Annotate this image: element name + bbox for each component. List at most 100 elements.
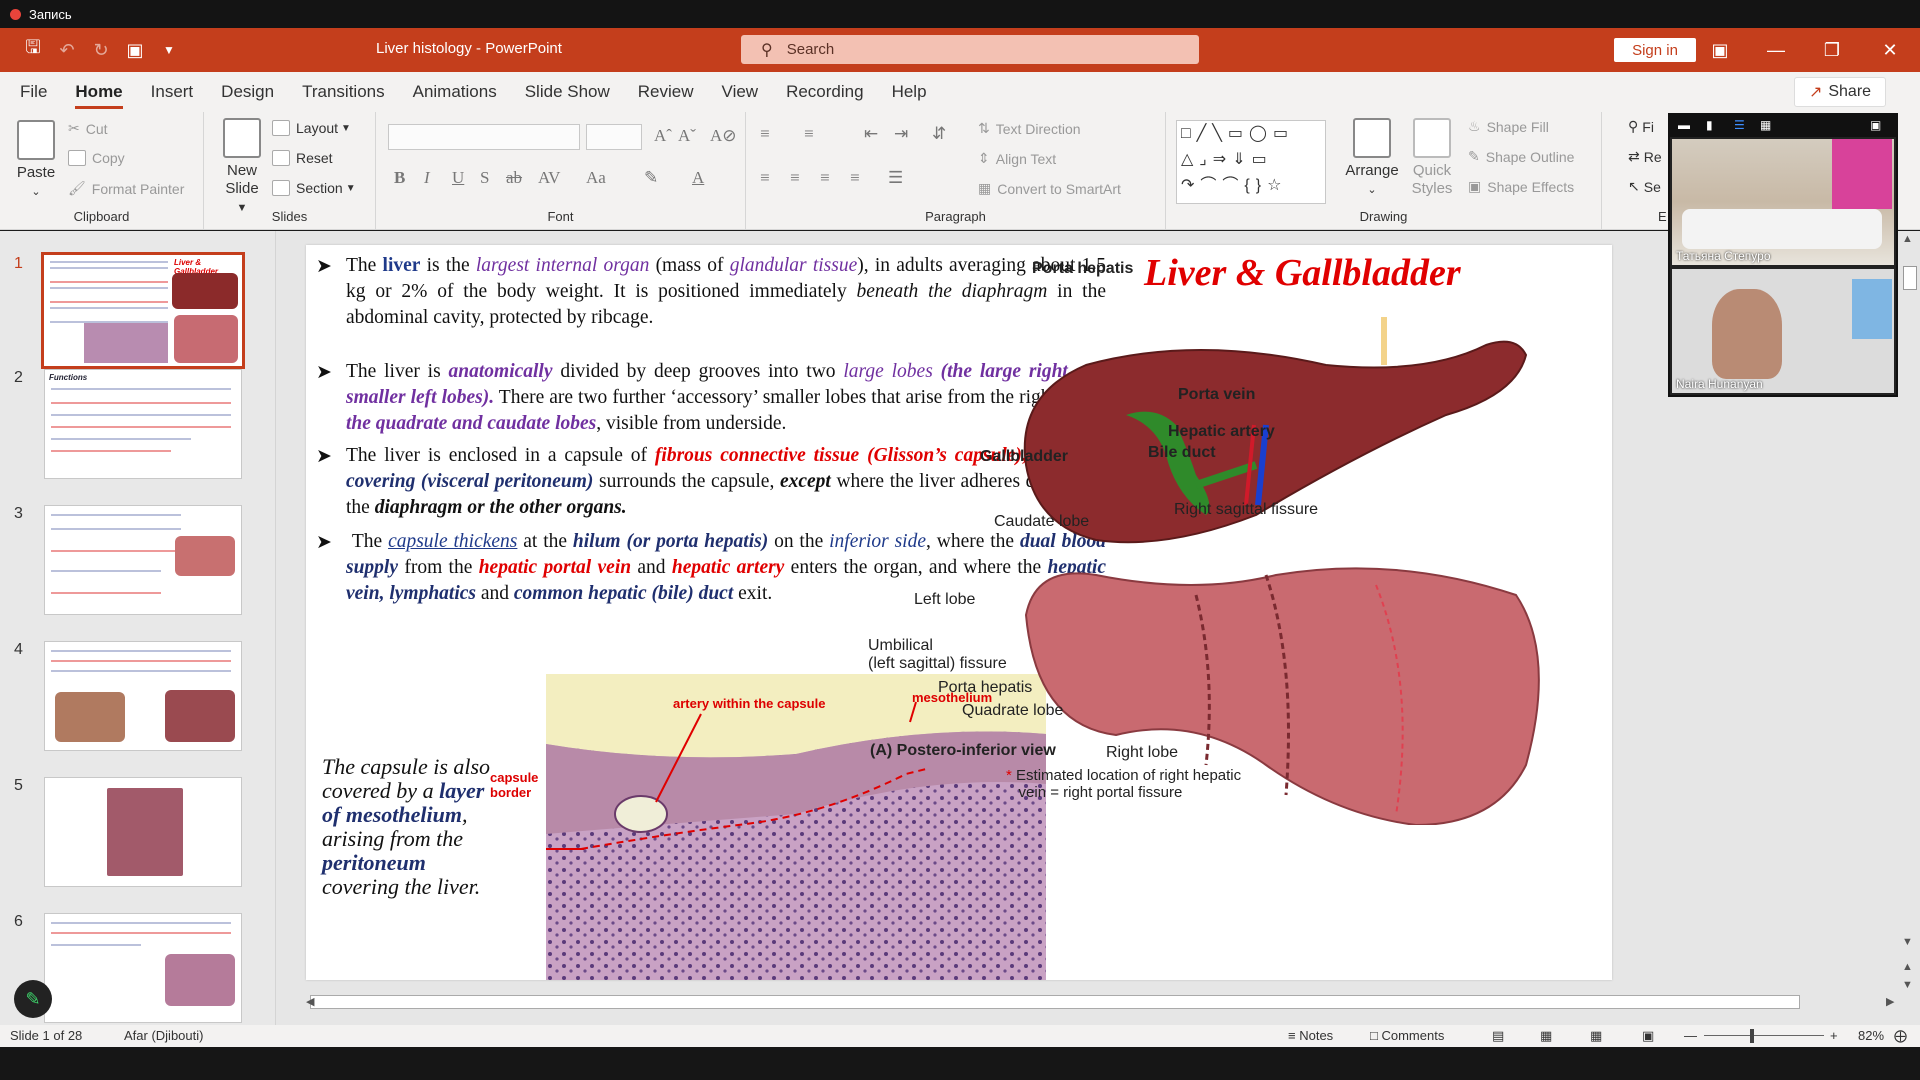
gallery-view-icon[interactable]: ▦ [1760, 118, 1771, 132]
thumbnail-slide-1[interactable]: 1 Liver & Gallbladder [0, 252, 275, 375]
paste-button[interactable]: Paste ⌄ [14, 120, 58, 201]
clear-format-icon[interactable]: A⊘ [710, 126, 737, 146]
zoom-in-icon[interactable]: + [1830, 1028, 1838, 1043]
arrange-button[interactable]: Arrange ⌄ [1344, 118, 1400, 199]
line-spacing-icon[interactable]: ⇵ [932, 124, 946, 144]
tab-review[interactable]: Review [624, 72, 708, 112]
pen-tool-icon[interactable]: ✎ [14, 980, 52, 1018]
tab-help[interactable]: Help [878, 72, 941, 112]
italic-icon[interactable]: I [424, 168, 430, 188]
redo-icon[interactable]: ↻ [84, 34, 118, 66]
highlight-icon[interactable]: ✎ [644, 168, 658, 188]
tab-file[interactable]: File [6, 72, 61, 112]
align-text-button[interactable]: ⇕ Align Text [978, 150, 1056, 167]
tab-view[interactable]: View [708, 72, 773, 112]
tab-slide-show[interactable]: Slide Show [511, 72, 624, 112]
sign-in-button[interactable]: Sign in [1614, 38, 1696, 62]
columns-icon[interactable]: ☰ [888, 168, 903, 188]
previous-slide-icon[interactable]: ▲ [1902, 961, 1913, 973]
ribbon-display-icon[interactable]: ▣ [1700, 34, 1740, 66]
decrease-indent-icon[interactable]: ⇤ [864, 124, 878, 144]
increase-indent-icon[interactable]: ⇥ [894, 124, 908, 144]
shadow-icon[interactable]: S [480, 168, 489, 188]
select-button[interactable]: ↖ Se [1628, 178, 1661, 195]
hscroll-thumb[interactable] [310, 995, 1800, 1009]
zoom-out-icon[interactable]: — [1684, 1028, 1697, 1043]
convert-smartart-button[interactable]: ▦ Convert to SmartArt [978, 180, 1121, 197]
reset-button[interactable]: Reset [272, 150, 333, 166]
fit-slide-icon[interactable]: ⨁ [1894, 1028, 1907, 1044]
slide-sorter-icon[interactable]: ▦ [1540, 1028, 1552, 1044]
section-button[interactable]: Section ▼ [272, 180, 356, 196]
bold-icon[interactable]: B [394, 168, 405, 188]
minimize-video-icon[interactable]: ▬ [1678, 118, 1690, 132]
strip-view-icon[interactable]: ☰ [1734, 118, 1745, 132]
new-slide-button[interactable]: New Slide ▼ [218, 118, 266, 217]
find-button[interactable]: ⚲ Fi [1628, 118, 1654, 135]
tab-design[interactable]: Design [207, 72, 288, 112]
customize-qat-icon[interactable]: ▼ [152, 34, 186, 66]
zoom-slider-thumb[interactable] [1750, 1029, 1754, 1043]
replace-button[interactable]: ⇄ Re [1628, 148, 1662, 165]
scroll-down-icon[interactable]: ▼ [1902, 936, 1913, 948]
font-color-icon[interactable]: A [692, 168, 704, 188]
thumbnail-slide-3[interactable]: 3 [0, 505, 275, 625]
normal-view-icon[interactable]: ▤ [1492, 1028, 1504, 1044]
format-painter-button[interactable]: 🖌 Format Painter [68, 180, 184, 197]
tab-recording[interactable]: Recording [772, 72, 878, 112]
scroll-up-icon[interactable]: ▲ [1902, 233, 1913, 245]
decrease-font-icon[interactable]: Aˇ [678, 126, 696, 146]
cut-button[interactable]: ✂ Cut [68, 120, 108, 137]
font-name-combo[interactable] [388, 124, 580, 150]
shape-effects-button[interactable]: ▣ Shape Effects [1468, 178, 1574, 195]
tab-insert[interactable]: Insert [137, 72, 208, 112]
speaker-view-icon[interactable]: ▮ [1706, 118, 1713, 132]
vertical-scrollbar[interactable]: ▲ ▼ ▲ ▼ [1900, 231, 1920, 1025]
zoom-level[interactable]: 82% [1858, 1028, 1884, 1043]
tab-transitions[interactable]: Transitions [288, 72, 399, 112]
share-button[interactable]: ↗ Share [1794, 77, 1886, 107]
thumbnail-slide-2[interactable]: 2 Functions [0, 369, 275, 489]
increase-font-icon[interactable]: Aˆ [654, 126, 672, 146]
notes-button[interactable]: ≡ Notes [1288, 1028, 1333, 1043]
font-size-combo[interactable] [586, 124, 642, 150]
numbering-icon[interactable]: ≡ [804, 124, 814, 144]
align-left-icon[interactable]: ≡ [760, 168, 770, 188]
tab-home[interactable]: Home [61, 72, 136, 112]
expand-video-icon[interactable]: ▣ [1870, 118, 1881, 132]
tab-animations[interactable]: Animations [399, 72, 511, 112]
quick-styles-button[interactable]: Quick Styles [1406, 118, 1458, 198]
char-spacing-icon[interactable]: AV [538, 168, 560, 188]
shape-fill-button[interactable]: ♨ Shape Fill [1468, 118, 1549, 135]
layout-button[interactable]: Layout ▼ [272, 120, 351, 136]
video-call-panel[interactable]: ▬ ▮ ☰ ▦ ▣ Татьяна Степуро Naira Hunanyan [1668, 113, 1898, 397]
minimize-icon[interactable]: — [1756, 34, 1796, 66]
comments-button[interactable]: □ Comments [1370, 1028, 1444, 1043]
next-slide-icon[interactable]: ▼ [1902, 979, 1913, 991]
thumbnail-slide-4[interactable]: 4 [0, 641, 275, 761]
align-right-icon[interactable]: ≡ [820, 168, 830, 188]
slideshow-view-icon[interactable]: ▣ [1642, 1028, 1654, 1044]
scroll-left-icon[interactable]: ◀ [306, 995, 314, 1008]
justify-icon[interactable]: ≡ [850, 168, 860, 188]
align-center-icon[interactable]: ≡ [790, 168, 800, 188]
horizontal-scrollbar[interactable]: ◀ ▶ [306, 993, 1900, 1013]
undo-icon[interactable]: ↶ [50, 34, 84, 66]
save-icon[interactable]: 🖫 [16, 34, 50, 66]
copy-button[interactable]: Copy [68, 150, 125, 166]
search-box[interactable]: ⚲ Search [741, 35, 1199, 64]
scroll-thumb[interactable] [1903, 266, 1917, 290]
bullets-icon[interactable]: ≡ [760, 124, 770, 144]
close-icon[interactable]: ✕ [1870, 34, 1910, 66]
slide-1[interactable]: Liver & Gallbladder ➤ The liver is the l… [306, 245, 1612, 980]
shape-outline-button[interactable]: ✎ Shape Outline [1468, 148, 1574, 165]
thumbnail-slide-5[interactable]: 5 [0, 777, 275, 897]
restore-icon[interactable]: ❐ [1812, 34, 1852, 66]
zoom-slider[interactable] [1704, 1035, 1824, 1036]
present-icon[interactable]: ▣ [118, 34, 152, 66]
underline-icon[interactable]: U [452, 168, 464, 188]
strikethrough-icon[interactable]: ab [506, 168, 522, 188]
reading-view-icon[interactable]: ▦ [1590, 1028, 1602, 1044]
language-indicator[interactable]: Afar (Djibouti) [124, 1028, 203, 1043]
scroll-right-icon[interactable]: ▶ [1886, 995, 1894, 1008]
